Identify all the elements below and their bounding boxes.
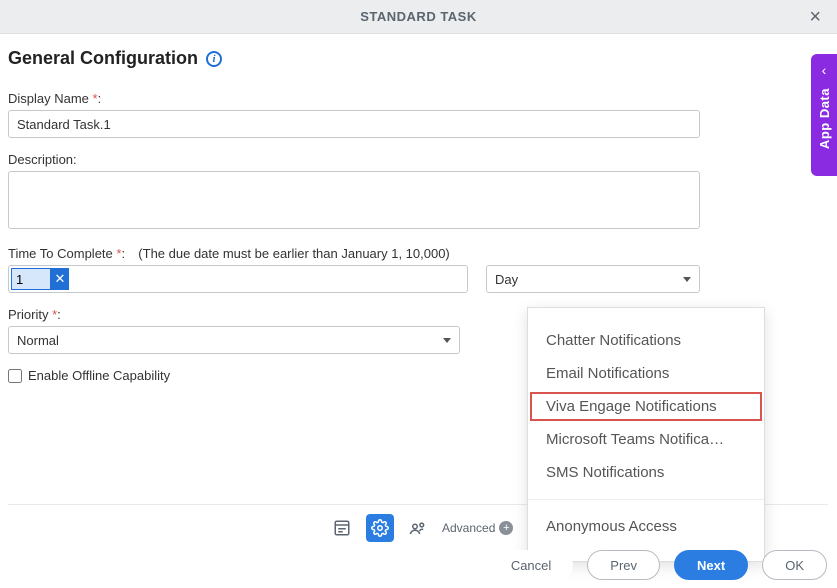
priority-value: Normal [17,333,59,348]
description-input[interactable] [8,171,700,229]
menu-item-chatter[interactable]: Chatter Notifications [528,324,764,357]
cancel-button[interactable]: Cancel [489,550,573,580]
menu-separator [528,499,764,500]
next-button[interactable]: Next [674,550,748,580]
menu-item-sms[interactable]: SMS Notifications [528,456,764,489]
app-data-tab[interactable]: ‹ App Data [811,54,837,176]
chevron-left-icon: ‹ [822,62,827,78]
page-title: General Configuration [8,48,198,69]
notifications-menu: Chatter Notifications Email Notification… [527,307,765,562]
time-unit-value: Day [495,272,518,287]
label-text: Time To Complete [8,246,113,261]
display-name-input[interactable] [8,110,700,138]
field-description: Description: [8,152,825,232]
label-text: Display Name [8,91,89,106]
time-to-complete-label: Time To Complete *: (The due date must b… [8,246,825,261]
menu-item-anonymous[interactable]: Anonymous Access [528,510,764,543]
display-name-label: Display Name *: [8,91,825,106]
enable-offline-checkbox[interactable] [8,369,22,383]
roles-icon[interactable] [404,514,432,542]
gear-icon[interactable] [366,514,394,542]
section-header: General Configuration i [8,48,825,69]
app-data-label: App Data [817,88,832,149]
clear-icon[interactable]: ✕ [51,268,69,290]
time-unit-select[interactable]: Day [486,265,700,293]
required-indicator: * [93,91,98,106]
advanced-button[interactable]: Advanced + [442,521,513,535]
menu-item-viva-engage[interactable]: Viva Engage Notifications [528,390,764,423]
titlebar-title: STANDARD TASK [360,9,477,24]
info-icon[interactable]: i [206,51,222,67]
label-text: Priority [8,307,48,322]
time-number-wrapper: ✕ [8,265,468,293]
ok-button[interactable]: OK [762,550,827,580]
description-label: Description: [8,152,825,167]
enable-offline-label[interactable]: Enable Offline Capability [28,368,170,383]
form-icon[interactable] [328,514,356,542]
close-icon[interactable]: × [803,5,827,29]
field-time-to-complete: Time To Complete *: (The due date must b… [8,246,825,293]
time-number-input[interactable] [11,268,51,290]
field-display-name: Display Name *: [8,91,825,138]
menu-item-teams[interactable]: Microsoft Teams Notifica… [528,423,764,456]
time-to-complete-row: ✕ Day [8,265,700,293]
time-to-complete-hint: (The due date must be earlier than Janua… [138,246,449,261]
required-indicator: * [52,307,57,322]
prev-button[interactable]: Prev [587,550,660,580]
advanced-label: Advanced [442,521,495,535]
titlebar: STANDARD TASK × [0,0,837,34]
required-indicator: * [116,246,121,261]
footer-buttons: Cancel Prev Next OK [489,550,827,580]
priority-select[interactable]: Normal [8,326,460,354]
plus-icon: + [499,521,513,535]
menu-item-email[interactable]: Email Notifications [528,357,764,390]
